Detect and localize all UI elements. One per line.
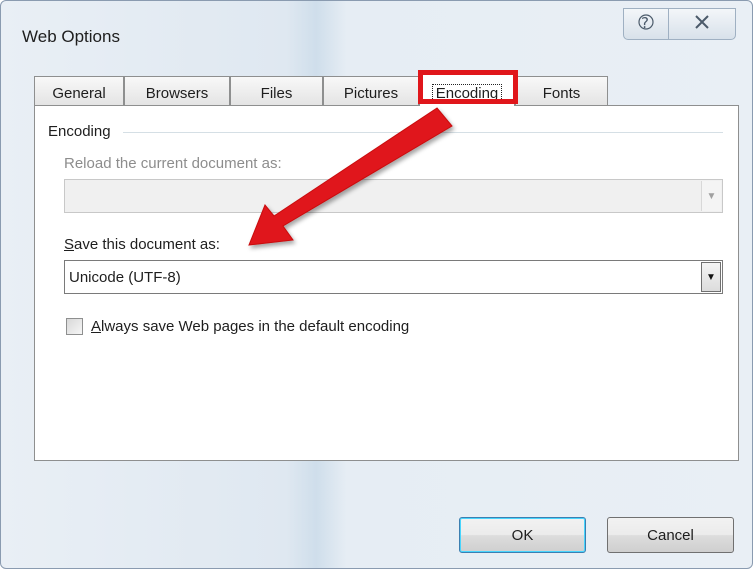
save-dropdown-button[interactable]: ▼ <box>701 262 721 292</box>
reload-label: Reload the current document as: <box>64 155 282 172</box>
save-accelerator: S <box>64 236 75 253</box>
tab-fonts[interactable]: Fonts <box>515 76 608 105</box>
always-save-text: lways save Web pages in the default enco… <box>101 318 410 335</box>
save-encoding-select[interactable]: Unicode (UTF-8) ▼ <box>64 260 723 294</box>
tab-label: Pictures <box>343 85 399 102</box>
tab-label: General <box>52 85 106 102</box>
tab-browsers[interactable]: Browsers <box>124 76 230 105</box>
tab-label: Fonts <box>542 85 581 102</box>
save-label-text: ave this document as: <box>74 236 220 253</box>
always-save-accelerator: A <box>91 318 102 335</box>
title-bar: Web Options ? <box>1 1 752 61</box>
tab-files[interactable]: Files <box>230 76 323 105</box>
help-icon: ? <box>637 13 655 36</box>
group-divider <box>123 132 723 133</box>
encoding-tab-highlight <box>418 70 518 104</box>
dialog-title: Web Options <box>22 27 120 46</box>
close-icon <box>693 14 711 35</box>
save-as-label: Save this document as: <box>64 236 220 253</box>
tab-pictures[interactable]: Pictures <box>323 76 419 105</box>
close-button[interactable] <box>668 8 736 40</box>
cancel-button[interactable]: Cancel <box>607 517 734 553</box>
always-save-checkbox[interactable] <box>66 318 83 335</box>
chevron-down-icon: ▼ <box>706 190 717 202</box>
help-button[interactable]: ? <box>623 8 669 40</box>
tab-label: Files <box>260 85 293 102</box>
chevron-down-icon: ▼ <box>706 271 716 283</box>
always-save-label[interactable]: Always save Web pages in the default enc… <box>91 318 409 335</box>
group-label-encoding: Encoding <box>48 123 111 140</box>
save-encoding-value: Unicode (UTF-8) <box>69 269 181 286</box>
tab-general[interactable]: General <box>34 76 124 105</box>
ok-button[interactable]: OK <box>459 517 586 553</box>
web-options-dialog: Web Options ? General Browsers Files Pic… <box>0 0 753 569</box>
reload-encoding-select: ▼ <box>64 179 723 213</box>
reload-dropdown-button: ▼ <box>701 181 721 211</box>
encoding-panel: Encoding Reload the current document as:… <box>34 105 739 461</box>
tab-label: Browsers <box>145 85 209 102</box>
